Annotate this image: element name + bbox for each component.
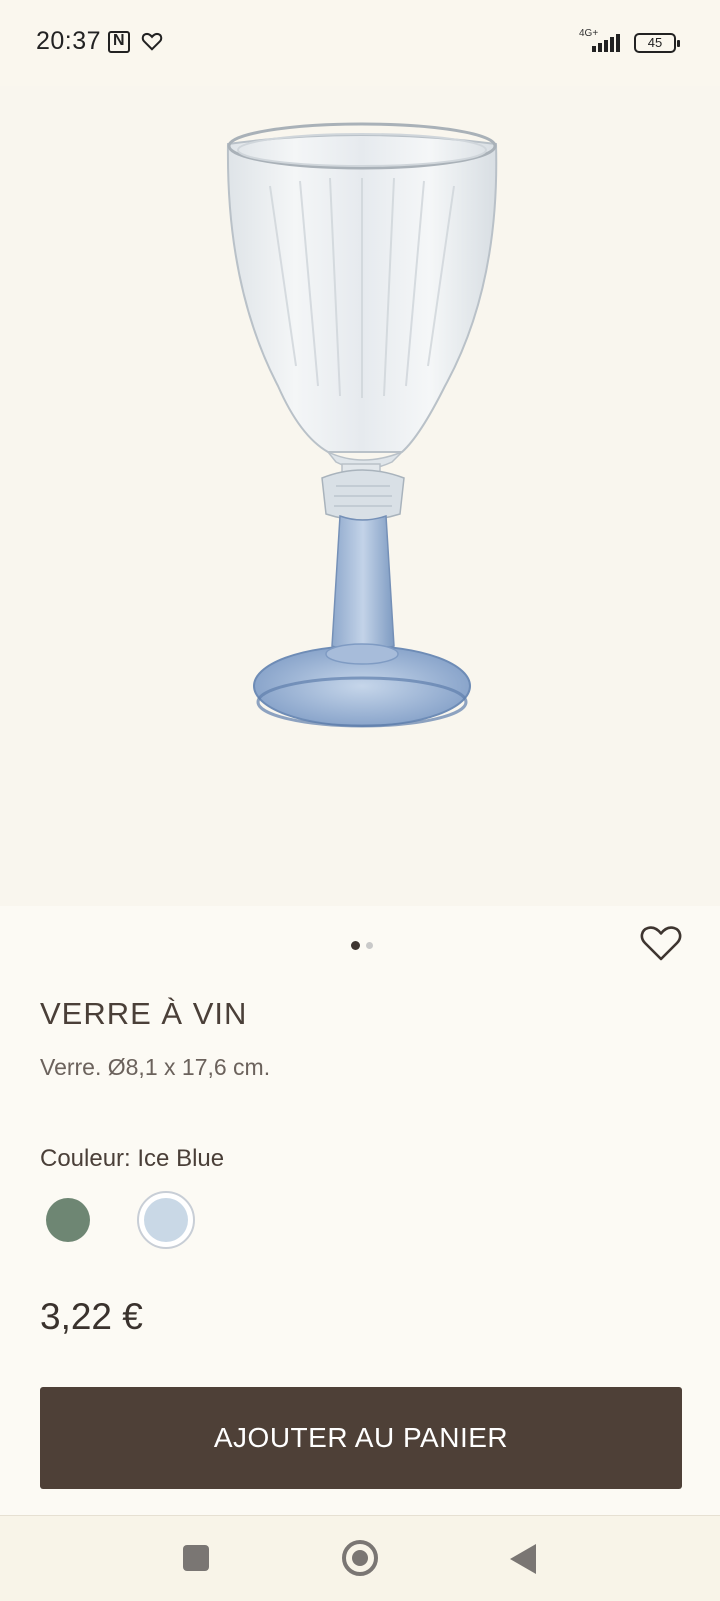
pager-dot-active[interactable] [351, 941, 360, 950]
status-time: 20:37 [36, 27, 102, 55]
battery-icon: 45 [634, 33, 680, 53]
wine-glass-image [226, 122, 498, 728]
color-label: Couleur: Ice Blue [40, 1145, 225, 1172]
swatch-ice-blue[interactable] [144, 1198, 188, 1242]
product-title: VERRE À VIN [40, 996, 248, 1031]
pager-dot[interactable] [366, 942, 373, 949]
nfc-icon [108, 31, 130, 53]
status-bar: 20:37 4G+ 45 [0, 0, 720, 86]
product-description: Verre. Ø8,1 x 17,6 cm. [40, 1054, 271, 1080]
signal-icon [592, 34, 620, 52]
battery-level: 45 [647, 35, 663, 50]
back-icon[interactable] [510, 1544, 536, 1574]
image-pager-dots[interactable] [351, 937, 379, 955]
product-image[interactable] [0, 86, 720, 906]
recents-icon[interactable] [183, 1545, 209, 1571]
wishlist-heart-icon[interactable] [640, 924, 682, 962]
add-to-cart-button[interactable]: AJOUTER AU PANIER [40, 1387, 682, 1489]
home-icon[interactable] [342, 1540, 378, 1576]
product-price: 3,22 € [40, 1296, 143, 1337]
heart-icon [141, 32, 163, 51]
system-nav-bar [0, 1515, 720, 1601]
swatch-green[interactable] [46, 1198, 90, 1242]
